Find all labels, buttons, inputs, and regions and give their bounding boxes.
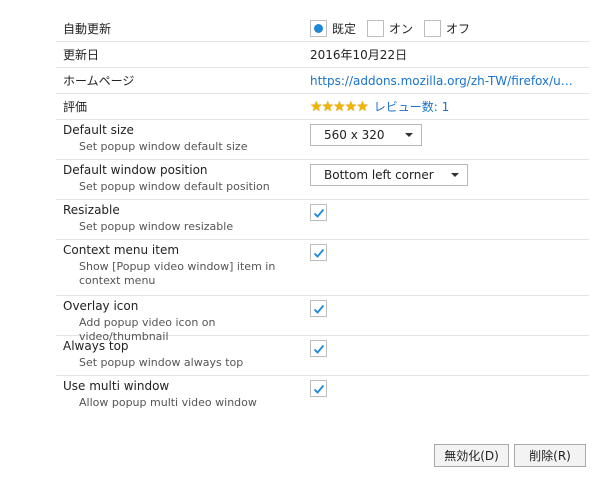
resizable-checkbox[interactable] — [310, 204, 327, 221]
checkmark-icon — [313, 304, 325, 314]
homepage-link[interactable]: https://addons.mozilla.org/zh-TW/firefox… — [310, 74, 578, 88]
setting-title: Always top — [63, 339, 129, 353]
checkmark-icon — [313, 344, 325, 354]
setting-overlay-icon: Overlay icon Add popup video icon on vid… — [56, 296, 589, 343]
chevron-down-icon — [451, 173, 459, 177]
addon-details: 自動更新 既定 オン オフ 更新日 2016年10月22日 ホームページ htt… — [56, 16, 589, 416]
updated-value: 2016年10月22日 — [310, 48, 408, 62]
reviews-link[interactable]: レビュー数: 1 — [374, 98, 450, 115]
setting-description: Allow popup multi video window — [79, 396, 257, 409]
auto-update-radio-group: 既定 オン オフ — [310, 20, 589, 37]
setting-title: Default size — [63, 123, 134, 137]
default-position-value: Bottom left corner — [324, 168, 434, 182]
overlay-icon-checkbox[interactable] — [310, 300, 327, 317]
rating-row: 評価 ★★★★★ レビュー数: 1 — [56, 94, 589, 120]
remove-button[interactable]: 削除(R) — [514, 444, 586, 467]
setting-always-top: Always top Set popup window always top — [56, 336, 589, 376]
setting-multi-window: Use multi window Allow popup multi video… — [56, 376, 589, 416]
setting-description: Set popup window default position — [79, 180, 270, 193]
checkmark-icon — [313, 384, 325, 394]
disable-button[interactable]: 無効化(D) — [434, 444, 509, 467]
radio-on[interactable]: オン — [367, 20, 413, 37]
default-size-value: 560 x 320 — [324, 128, 385, 142]
radio-off-button[interactable] — [424, 20, 442, 37]
setting-description: Show [Popup video window] item in contex… — [79, 260, 276, 287]
setting-title: Default window position — [63, 163, 208, 177]
radio-default[interactable]: 既定 — [310, 20, 356, 37]
setting-default-size: Default size Set popup window default si… — [56, 120, 589, 160]
always-top-checkbox[interactable] — [310, 340, 327, 357]
chevron-down-icon — [405, 133, 413, 137]
rating-stars-icon: ★★★★★ — [310, 98, 369, 115]
auto-update-row: 自動更新 既定 オン オフ — [56, 16, 589, 42]
setting-description: Set popup window always top — [79, 356, 244, 369]
radio-off[interactable]: オフ — [424, 20, 470, 37]
radio-on-label: オン — [389, 22, 414, 36]
homepage-label: ホームページ — [63, 74, 135, 88]
radio-default-button[interactable] — [310, 20, 327, 37]
default-size-select[interactable]: 560 x 320 — [310, 124, 422, 146]
setting-title: Use multi window — [63, 379, 170, 393]
default-position-select[interactable]: Bottom left corner — [310, 164, 468, 186]
radio-default-label: 既定 — [332, 22, 357, 36]
setting-title: Context menu item — [63, 243, 180, 257]
checkmark-icon — [313, 208, 325, 218]
checkmark-icon — [313, 248, 325, 258]
setting-title: Overlay icon — [63, 299, 139, 313]
homepage-row: ホームページ https://addons.mozilla.org/zh-TW/… — [56, 68, 589, 94]
setting-resizable: Resizable Set popup window resizable — [56, 200, 589, 240]
setting-description: Set popup window resizable — [79, 220, 234, 233]
setting-title: Resizable — [63, 203, 120, 217]
setting-description: Set popup window default size — [79, 140, 248, 153]
setting-context-menu: Context menu item Show [Popup video wind… — [56, 240, 589, 296]
setting-default-position: Default window position Set popup window… — [56, 160, 589, 200]
updated-label: 更新日 — [63, 48, 100, 62]
auto-update-label: 自動更新 — [63, 22, 112, 36]
updated-row: 更新日 2016年10月22日 — [56, 42, 589, 68]
context-menu-checkbox[interactable] — [310, 244, 327, 261]
multi-window-checkbox[interactable] — [310, 380, 327, 397]
radio-off-label: オフ — [446, 22, 471, 36]
rating-label: 評価 — [63, 100, 88, 114]
radio-on-button[interactable] — [367, 20, 385, 37]
